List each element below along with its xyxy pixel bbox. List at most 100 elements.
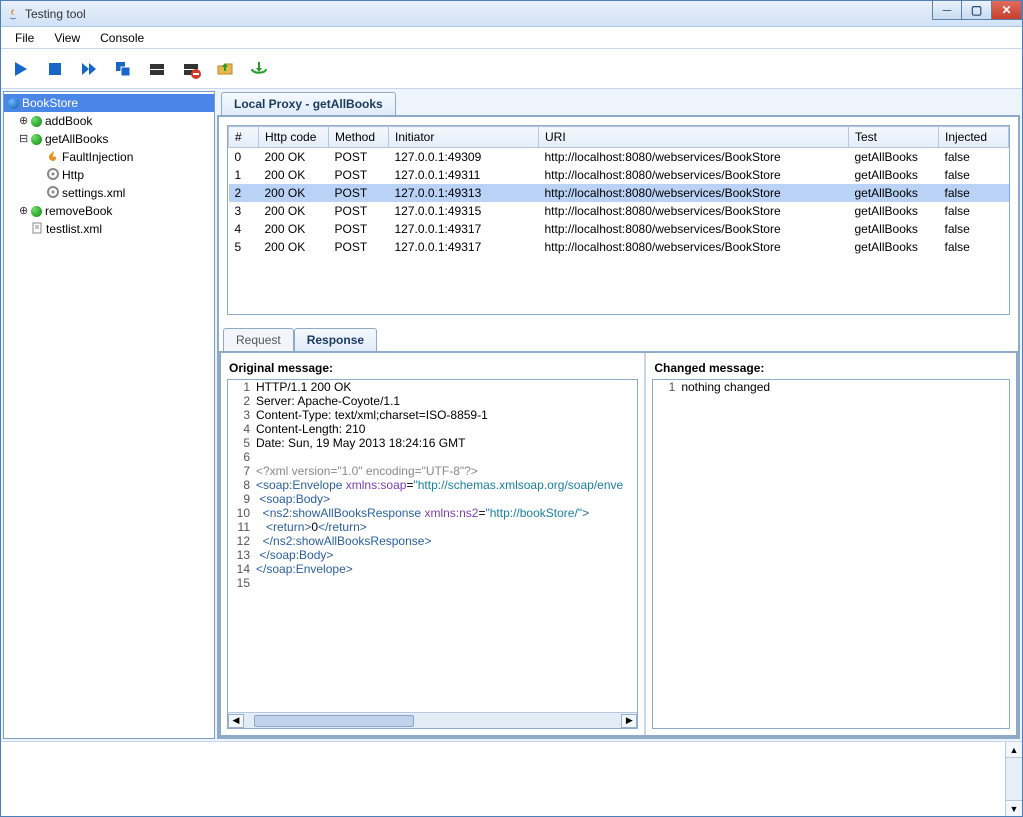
table-row[interactable]: 1200 OKPOST127.0.0.1:49311http://localho… (229, 166, 1009, 184)
cell-uri: http://localhost:8080/webservices/BookSt… (539, 238, 849, 256)
tree-label: removeBook (45, 204, 112, 218)
scroll-left-icon[interactable]: ◀ (228, 714, 244, 728)
cell-initiator: 127.0.0.1:49317 (389, 238, 539, 256)
menubar: File View Console (1, 27, 1022, 49)
col-injected[interactable]: Injected (939, 127, 1009, 148)
table-row[interactable]: 0200 OKPOST127.0.0.1:49309http://localho… (229, 148, 1009, 167)
cell-http: 200 OK (259, 238, 329, 256)
table-row[interactable]: 2200 OKPOST127.0.0.1:49313http://localho… (229, 184, 1009, 202)
node-icon (31, 206, 42, 217)
menu-console[interactable]: Console (92, 29, 152, 47)
server-button[interactable] (143, 55, 171, 83)
tree-label: BookStore (22, 96, 78, 110)
table-row[interactable]: 4200 OKPOST127.0.0.1:49317http://localho… (229, 220, 1009, 238)
cell-initiator: 127.0.0.1:49313 (389, 184, 539, 202)
tree-label: settings.xml (62, 186, 125, 200)
cell-initiator: 127.0.0.1:49309 (389, 148, 539, 167)
cell-inj: false (939, 184, 1009, 202)
cell-uri: http://localhost:8080/webservices/BookSt… (539, 184, 849, 202)
tab-response[interactable]: Response (294, 328, 377, 351)
play-button[interactable] (7, 55, 35, 83)
tree-item-settings[interactable]: settings.xml (4, 184, 214, 202)
collapse-icon[interactable]: ⊟ (19, 135, 28, 144)
tree-label: addBook (45, 114, 92, 128)
tree-label: FaultInjection (62, 150, 133, 164)
server-stop-button[interactable] (177, 55, 205, 83)
menu-file[interactable]: File (7, 29, 42, 47)
cell-http: 200 OK (259, 184, 329, 202)
cell-http: 200 OK (259, 148, 329, 167)
tree-item-getallbooks[interactable]: ⊟ getAllBooks (4, 130, 214, 148)
col-initiator[interactable]: Initiator (389, 127, 539, 148)
cell-http: 200 OK (259, 166, 329, 184)
tree-root-bookstore[interactable]: BookStore (4, 94, 214, 112)
requests-table[interactable]: # Http code Method Initiator URI Test In… (227, 125, 1010, 315)
col-http[interactable]: Http code (259, 127, 329, 148)
gear-icon (47, 186, 59, 201)
file-icon (31, 222, 43, 237)
import-button[interactable] (245, 55, 273, 83)
table-row[interactable]: 3200 OKPOST127.0.0.1:49315http://localho… (229, 202, 1009, 220)
tree-item-http[interactable]: Http (4, 166, 214, 184)
tree-label: testlist.xml (46, 222, 102, 236)
fire-icon (47, 150, 59, 165)
maximize-button[interactable]: ▢ (962, 0, 992, 20)
table-row[interactable]: 5200 OKPOST127.0.0.1:49317http://localho… (229, 238, 1009, 256)
tree-item-removebook[interactable]: ⊕ removeBook (4, 202, 214, 220)
fast-forward-button[interactable] (75, 55, 103, 83)
cell-n: 3 (229, 202, 259, 220)
cell-test: getAllBooks (849, 166, 939, 184)
gear-icon (47, 168, 59, 183)
cell-http: 200 OK (259, 202, 329, 220)
cell-initiator: 127.0.0.1:49311 (389, 166, 539, 184)
scroll-up-icon[interactable]: ▲ (1006, 742, 1022, 758)
menu-view[interactable]: View (46, 29, 88, 47)
toolbar (1, 49, 1022, 89)
scroll-right-icon[interactable]: ▶ (621, 714, 637, 728)
cell-test: getAllBooks (849, 148, 939, 167)
scroll-down-icon[interactable]: ▼ (1006, 800, 1022, 816)
expand-icon[interactable]: ⊕ (19, 117, 28, 126)
cell-inj: false (939, 166, 1009, 184)
col-method[interactable]: Method (329, 127, 389, 148)
cell-n: 0 (229, 148, 259, 167)
cell-inj: false (939, 202, 1009, 220)
tree-item-addbook[interactable]: ⊕ addBook (4, 112, 214, 130)
cell-n: 5 (229, 238, 259, 256)
cell-initiator: 127.0.0.1:49315 (389, 202, 539, 220)
col-uri[interactable]: URI (539, 127, 849, 148)
cell-n: 2 (229, 184, 259, 202)
tree-label: getAllBooks (45, 132, 108, 146)
changed-message-box[interactable]: 1nothing changed (652, 379, 1010, 729)
open-folder-button[interactable] (211, 55, 239, 83)
java-icon (5, 6, 21, 22)
console-panel[interactable]: ▲ ▼ (1, 741, 1022, 816)
titlebar[interactable]: Testing tool ─ ▢ ✕ (1, 1, 1022, 27)
cell-n: 1 (229, 166, 259, 184)
cell-http: 200 OK (259, 220, 329, 238)
original-message-label: Original message: (229, 361, 638, 375)
tab-local-proxy[interactable]: Local Proxy - getAllBooks (221, 92, 396, 115)
stop-all-button[interactable] (109, 55, 137, 83)
tree-sidebar[interactable]: BookStore ⊕ addBook ⊟ getAllBooks FaultI… (3, 91, 215, 739)
stop-button[interactable] (41, 55, 69, 83)
changed-message-label: Changed message: (654, 361, 1010, 375)
vertical-scrollbar[interactable]: ▲ ▼ (1005, 742, 1022, 816)
cell-method: POST (329, 220, 389, 238)
minimize-button[interactable]: ─ (932, 0, 962, 20)
col-test[interactable]: Test (849, 127, 939, 148)
cell-uri: http://localhost:8080/webservices/BookSt… (539, 202, 849, 220)
cell-uri: http://localhost:8080/webservices/BookSt… (539, 220, 849, 238)
cell-inj: false (939, 148, 1009, 167)
tab-request[interactable]: Request (223, 328, 294, 351)
col-num[interactable]: # (229, 127, 259, 148)
original-message-box[interactable]: 1HTTP/1.1 200 OK 2Server: Apache-Coyote/… (227, 379, 638, 729)
tree-item-faultinjection[interactable]: FaultInjection (4, 148, 214, 166)
expand-icon[interactable]: ⊕ (19, 207, 28, 216)
scroll-thumb[interactable] (254, 715, 414, 727)
close-button[interactable]: ✕ (992, 0, 1022, 20)
tree-item-testlist[interactable]: testlist.xml (4, 220, 214, 238)
cell-test: getAllBooks (849, 202, 939, 220)
horizontal-scrollbar[interactable]: ◀ ▶ (228, 712, 637, 728)
node-icon (31, 134, 42, 145)
